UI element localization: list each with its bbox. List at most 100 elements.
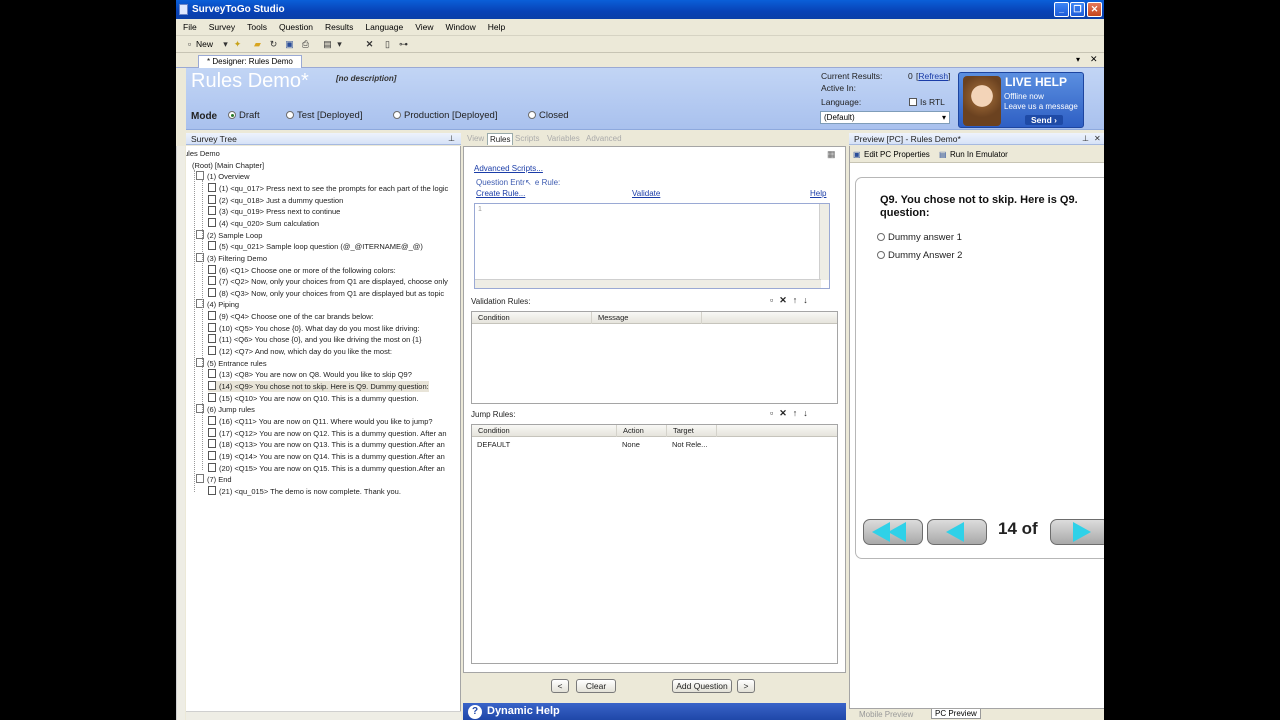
tree-question-item[interactable]: (14) <Q9> You chose not to skip. Here is… bbox=[208, 381, 429, 392]
menu-question[interactable]: Question bbox=[272, 19, 318, 32]
tree-question-item[interactable]: (13) <Q8> You are now on Q8. Would you l… bbox=[208, 369, 412, 380]
tab-variables[interactable]: Variables bbox=[547, 134, 580, 143]
edit-pc-properties-button[interactable]: Edit PC Properties bbox=[864, 146, 930, 163]
minimize-button[interactable]: _ bbox=[1054, 2, 1069, 17]
tab-scripts[interactable]: Scripts bbox=[515, 134, 539, 143]
tree-question-item[interactable]: (21) <qu_015> The demo is now complete. … bbox=[208, 485, 401, 497]
refresh-icon[interactable]: ↻ bbox=[268, 39, 279, 50]
move-down-icon[interactable]: ↓ bbox=[803, 408, 814, 418]
tree-question-item[interactable]: (8) <Q3> Now, only your choices from Q1 … bbox=[208, 287, 444, 299]
tree-question-item[interactable]: (9) <Q4> Choose one of the car brands be… bbox=[208, 311, 374, 322]
tree-question-item[interactable]: (19) <Q14> You are now on Q14. This is a… bbox=[208, 450, 445, 462]
pin-icon[interactable]: ⊥ bbox=[448, 133, 455, 145]
tree-question-item[interactable]: (6) <Q1> Choose one or more of the follo… bbox=[208, 264, 396, 276]
menu-file[interactable]: File bbox=[176, 19, 202, 32]
layout-icon[interactable]: ▤ bbox=[322, 39, 333, 50]
tree-question-item[interactable]: (17) <Q12> You are now on Q12. This is a… bbox=[208, 427, 447, 439]
close-icon[interactable]: ✕ bbox=[1094, 133, 1101, 145]
is-rtl-checkbox[interactable]: Is RTL bbox=[909, 97, 945, 107]
refresh-link[interactable]: [Refresh] bbox=[916, 71, 951, 81]
move-down-icon[interactable]: ↓ bbox=[803, 295, 814, 305]
tab-designer-rules-demo[interactable]: * Designer: Rules Demo bbox=[198, 55, 302, 68]
editor-vertical-scrollbar[interactable] bbox=[819, 204, 829, 280]
binoculars-icon[interactable]: ⊶ bbox=[398, 39, 409, 50]
mode-test-radio[interactable]: Test [Deployed] bbox=[286, 110, 362, 121]
print-icon[interactable]: ⎙ bbox=[300, 39, 311, 50]
menu-survey[interactable]: Survey bbox=[202, 19, 240, 32]
validate-link[interactable]: Validate bbox=[632, 189, 660, 198]
pin-icon[interactable]: ⊥ bbox=[1082, 133, 1089, 145]
refresh-link-text[interactable]: Refresh bbox=[918, 71, 948, 81]
tree-question-item[interactable]: (2) <qu_018> Just a dummy question bbox=[208, 194, 343, 206]
tree-question-item[interactable]: (18) <Q13> You are now on Q13. This is a… bbox=[208, 439, 445, 450]
emulator-icon[interactable]: ▤ bbox=[939, 146, 947, 163]
next-question-button[interactable]: > bbox=[737, 679, 755, 693]
delete-icon[interactable]: ✕ bbox=[364, 39, 375, 50]
survey-description[interactable]: [no description] bbox=[336, 74, 396, 83]
advanced-scripts-link[interactable]: Advanced Scripts... bbox=[474, 164, 543, 173]
tree-question-item[interactable]: (11) <Q6> You chose {0}, and you like dr… bbox=[208, 334, 422, 345]
create-rule-link[interactable]: Create Rule... bbox=[476, 189, 525, 198]
tab-view[interactable]: View bbox=[467, 134, 484, 143]
maximize-button[interactable]: ❐ bbox=[1070, 2, 1085, 17]
tree-chapter-item[interactable]: (1) Overview bbox=[196, 171, 250, 182]
tree-question-item[interactable]: (7) <Q2> Now, only your choices from Q1 … bbox=[208, 276, 448, 287]
blank-page-icon[interactable]: ▯ bbox=[382, 39, 393, 50]
answer-option-2[interactable]: Dummy Answer 2 bbox=[877, 250, 962, 261]
mode-production-radio[interactable]: Production [Deployed] bbox=[393, 110, 497, 121]
add-rule-icon[interactable]: ▫ bbox=[770, 295, 779, 305]
tree-chapter-item[interactable]: (7) End bbox=[196, 474, 232, 485]
open-folder-icon[interactable]: ▰ bbox=[252, 39, 263, 50]
rule-script-editor[interactable]: 1 bbox=[474, 203, 830, 289]
clear-button[interactable]: Clear bbox=[576, 679, 616, 693]
previous-page-button[interactable] bbox=[927, 519, 987, 545]
tree-question-item[interactable]: (1) <qu_017> Press next to see the promp… bbox=[208, 182, 448, 194]
previous-question-button[interactable]: < bbox=[551, 679, 569, 693]
left-edge-scrollbar[interactable] bbox=[176, 146, 185, 720]
wand-icon[interactable]: ✦ bbox=[232, 39, 243, 50]
tree-chapter-item[interactable]: (3) Filtering Demo bbox=[196, 252, 267, 264]
tree-root-item[interactable]: ules Demo bbox=[186, 148, 220, 159]
menu-results[interactable]: Results bbox=[318, 19, 358, 32]
menu-window[interactable]: Window bbox=[439, 19, 481, 32]
properties-icon[interactable]: ▣ bbox=[853, 146, 861, 163]
column-condition[interactable]: Condition bbox=[472, 425, 617, 437]
tree-question-item[interactable]: (10) <Q5> You chose {0}. What day do you… bbox=[208, 322, 420, 334]
dropdown-arrow-icon[interactable]: ▾ bbox=[220, 39, 231, 50]
tree-chapter-item[interactable]: (2) Sample Loop bbox=[196, 229, 262, 241]
mode-closed-radio[interactable]: Closed bbox=[528, 110, 569, 121]
tab-mobile-preview[interactable]: Mobile Preview bbox=[859, 710, 913, 719]
tree-question-item[interactable]: (12) <Q7> And now, which day do you like… bbox=[208, 346, 392, 357]
close-button[interactable]: ✕ bbox=[1087, 2, 1102, 17]
editor-horizontal-scrollbar[interactable] bbox=[475, 279, 821, 288]
jump-row-condition[interactable]: DEFAULT bbox=[477, 440, 510, 449]
menu-tools[interactable]: Tools bbox=[240, 19, 272, 32]
menu-help[interactable]: Help bbox=[481, 19, 510, 32]
live-help-banner[interactable]: LIVE HELP Offline now Leave us a message … bbox=[958, 72, 1084, 128]
next-page-button[interactable] bbox=[1050, 519, 1104, 545]
tree-question-item[interactable]: (20) <Q15> You are now on Q15. This is a… bbox=[208, 462, 445, 474]
tree-question-item[interactable]: (4) <qu_020> Sum calculation bbox=[208, 217, 319, 229]
tree-question-item[interactable]: (16) <Q11> You are now on Q11. Where wou… bbox=[208, 415, 433, 427]
tree-question-item[interactable]: (3) <qu_019> Press next to continue bbox=[208, 206, 340, 217]
new-button-label[interactable]: New bbox=[196, 39, 213, 49]
tree-chapter-item[interactable]: (6) Jump rules bbox=[196, 404, 255, 415]
column-action[interactable]: Action bbox=[617, 425, 667, 437]
dropdown-arrow-icon[interactable]: ▾ bbox=[334, 39, 345, 50]
delete-rule-icon[interactable]: ✕ bbox=[779, 408, 793, 418]
column-target[interactable]: Target bbox=[667, 425, 717, 437]
panel-options-icon[interactable]: ▦ bbox=[827, 149, 836, 160]
tab-pc-preview[interactable]: PC Preview bbox=[931, 709, 981, 719]
tree-root-item[interactable]: (Root) [Main Chapter] bbox=[192, 160, 264, 171]
move-up-icon[interactable]: ↑ bbox=[793, 295, 804, 305]
mode-draft-radio[interactable]: Draft bbox=[228, 110, 260, 121]
jump-row-action[interactable]: None bbox=[622, 440, 640, 449]
tree-question-item[interactable]: (5) <qu_021> Sample loop question (@_@IT… bbox=[208, 241, 423, 252]
run-in-emulator-button[interactable]: Run In Emulator bbox=[950, 146, 1008, 163]
add-rule-icon[interactable]: ▫ bbox=[770, 408, 779, 418]
menu-language[interactable]: Language bbox=[358, 19, 408, 32]
answer-option-1[interactable]: Dummy answer 1 bbox=[877, 232, 962, 243]
column-message[interactable]: Message bbox=[592, 312, 702, 324]
delete-rule-icon[interactable]: ✕ bbox=[779, 295, 793, 305]
help-link[interactable]: Help bbox=[810, 189, 826, 198]
